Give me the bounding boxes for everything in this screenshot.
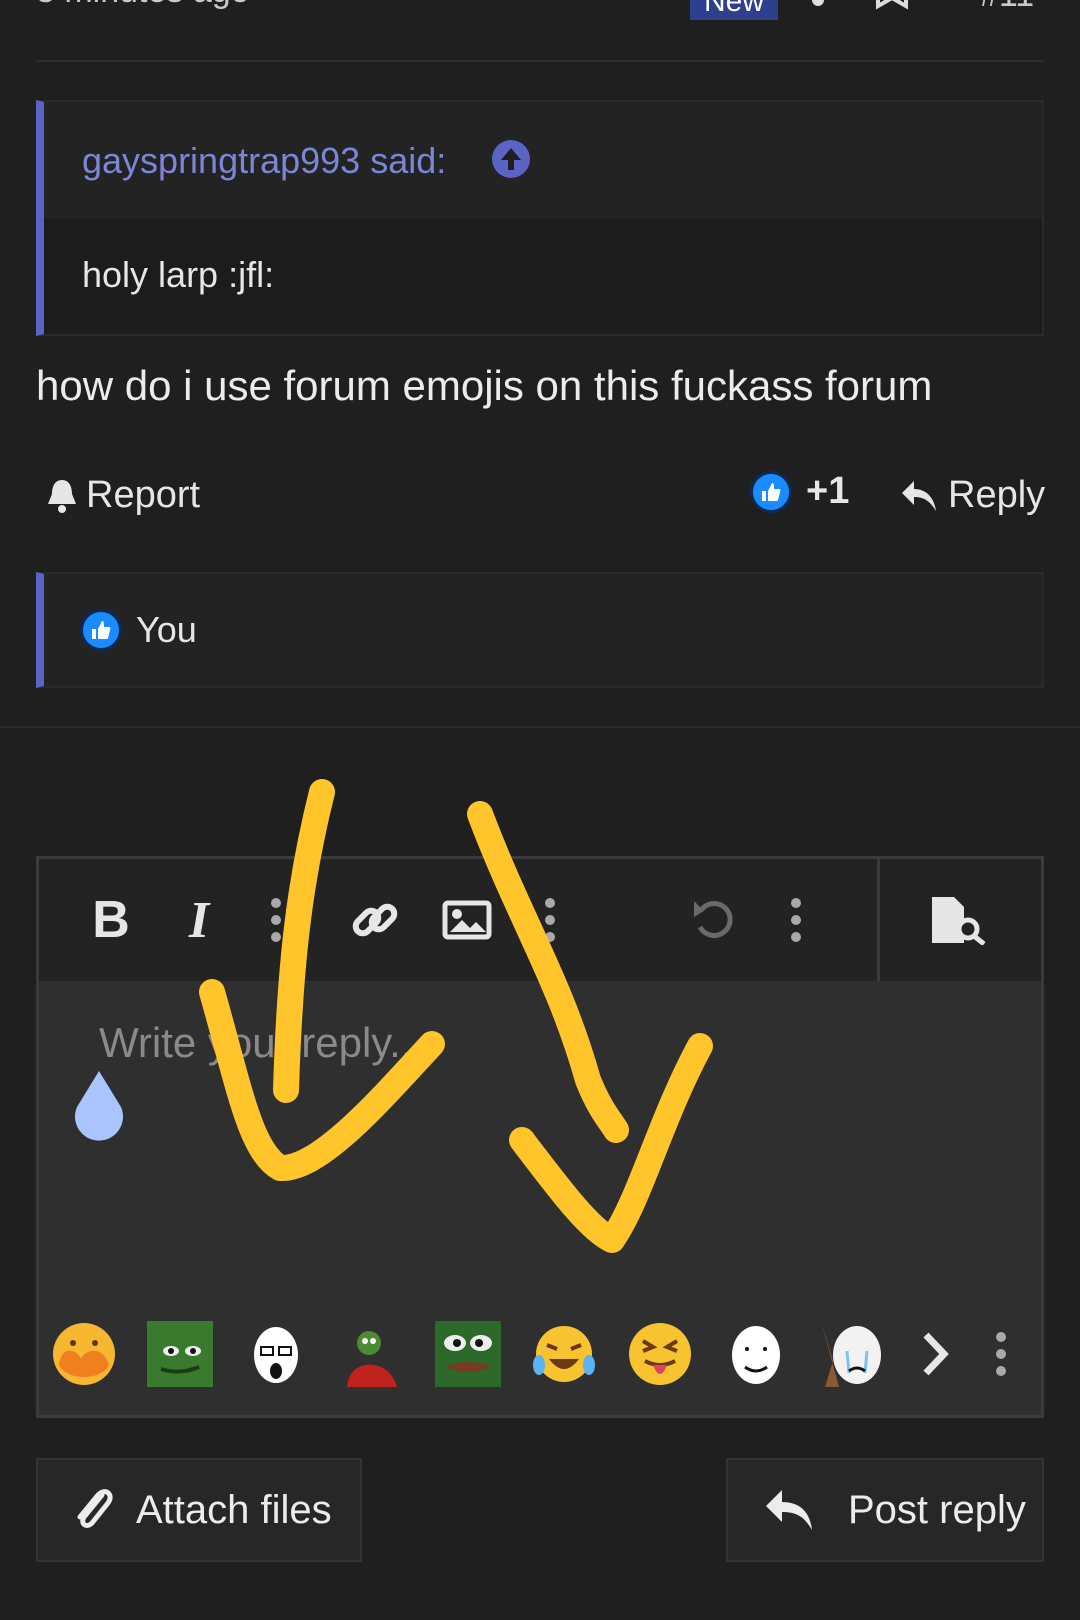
toolbar-separator [877,859,880,981]
reply-editor[interactable]: B I Write your reply... [36,856,1044,1418]
post-reply-label: Post reply [848,1487,1026,1532]
attach-files-button[interactable]: Attach files [36,1458,362,1562]
more-icon[interactable] [781,889,811,951]
report-label: Report [86,474,201,516]
wojak-glasses-emoji[interactable] [243,1321,309,1387]
wojak-smile-emoji[interactable] [723,1321,789,1387]
reactions-bar[interactable]: You [36,572,1044,688]
go-to-quote-icon[interactable] [492,140,530,178]
like-count: +1 [806,470,850,512]
post-number[interactable]: #11 [980,0,1034,15]
reply-label: Reply [948,474,1046,516]
preview-icon[interactable] [927,889,991,951]
pepe-blanket-emoji[interactable] [339,1321,405,1387]
emoji-quick-bar [51,1319,1029,1389]
green-frog-face-emoji[interactable] [147,1321,213,1387]
reply-input-placeholder[interactable]: Write your reply... [99,1019,424,1067]
paperclip-icon [77,1489,113,1528]
text-cursor-handle[interactable] [69,1071,129,1141]
divider [36,60,1044,62]
more-icon[interactable] [535,889,565,951]
thumbs-up-icon [750,470,792,513]
post-reply-button[interactable]: Post reply [726,1458,1044,1562]
quote-header: gayspringtrap993 said: [44,102,1042,218]
reply-icon [766,1490,812,1530]
face-with-hand-over-mouth-emoji[interactable] [51,1321,117,1387]
quote-body: holy larp :jfl: [44,218,1042,334]
more-icon[interactable] [261,889,291,951]
post-timestamp: 3 minutes ago [36,0,250,11]
report-button[interactable]: Report [46,474,200,517]
squinting-tongue-emoji[interactable] [627,1321,693,1387]
reply-icon [902,480,936,511]
italic-icon[interactable]: I [171,889,227,951]
bookmark-icon[interactable] [872,0,912,22]
thumbs-up-icon [80,609,122,651]
bell-icon [48,479,76,513]
link-icon[interactable] [347,889,403,951]
quote-block: gayspringtrap993 said: holy larp :jfl: [36,100,1044,336]
like-summary[interactable]: +1 [750,470,849,513]
editor-toolbar: B I [39,859,1041,981]
attach-files-label: Attach files [136,1487,332,1532]
image-icon[interactable] [439,889,495,951]
reaction-users: You [136,609,197,650]
chevron-right-icon[interactable] [915,1321,955,1387]
joy-tears-emoji[interactable] [531,1321,597,1387]
more-icon[interactable] [991,1321,1011,1387]
new-badge: New [690,0,778,20]
quote-author-link[interactable]: gayspringtrap993 said: [82,140,446,182]
post-body: how do i use forum emojis on this fuckas… [36,362,933,409]
pepe-face-emoji[interactable] [435,1321,501,1387]
reply-button[interactable]: Reply [900,474,1045,517]
quote-text: holy larp :jfl: [82,254,275,295]
crying-wojak-emoji[interactable] [819,1321,885,1387]
share-icon[interactable] [790,0,830,22]
undo-icon[interactable] [687,889,743,951]
bold-icon[interactable]: B [83,889,139,951]
divider [0,726,1080,728]
